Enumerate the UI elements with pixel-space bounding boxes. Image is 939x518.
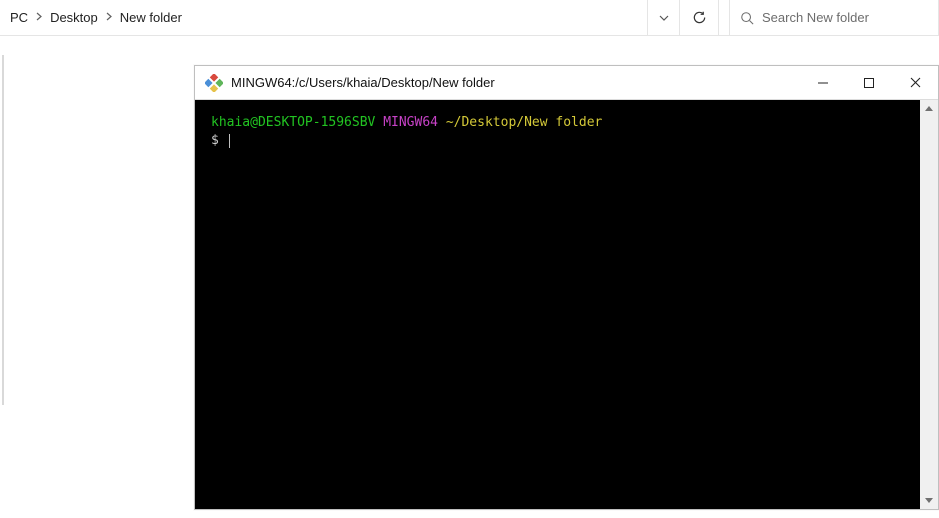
terminal-titlebar[interactable]: MINGW64:/c/Users/khaia/Desktop/New folde… xyxy=(195,66,938,100)
maximize-icon xyxy=(864,78,874,88)
breadcrumb-item[interactable]: New folder xyxy=(114,0,188,35)
terminal-title: MINGW64:/c/Users/khaia/Desktop/New folde… xyxy=(231,75,800,90)
maximize-button[interactable] xyxy=(846,66,892,99)
address-dropdown-button[interactable] xyxy=(647,0,679,35)
search-placeholder: Search New folder xyxy=(762,10,869,25)
prompt-user-host: khaia@DESKTOP-1596SBV xyxy=(211,115,375,130)
minimize-button[interactable] xyxy=(800,66,846,99)
search-icon xyxy=(740,11,754,25)
terminal-scrollbar[interactable] xyxy=(920,100,938,509)
mingw-icon xyxy=(205,74,223,92)
search-input[interactable]: Search New folder xyxy=(729,0,939,35)
explorer-address-row: PC Desktop New folder Search New folder xyxy=(0,0,939,36)
prompt-path: ~/Desktop/New folder xyxy=(446,115,603,130)
breadcrumb[interactable]: PC Desktop New folder xyxy=(0,0,647,35)
minimize-icon xyxy=(818,78,828,88)
prompt-env: MINGW64 xyxy=(383,115,438,130)
window-controls xyxy=(800,66,938,99)
terminal-cursor xyxy=(229,134,230,148)
close-button[interactable] xyxy=(892,66,938,99)
pane-divider[interactable] xyxy=(2,55,4,405)
chevron-right-icon xyxy=(34,12,44,24)
close-icon xyxy=(910,77,921,88)
chevron-right-icon xyxy=(104,12,114,24)
refresh-icon xyxy=(692,10,707,25)
terminal-window: MINGW64:/c/Users/khaia/Desktop/New folde… xyxy=(194,65,939,510)
scroll-down-button[interactable] xyxy=(920,492,938,509)
refresh-button[interactable] xyxy=(679,0,719,35)
terminal-input-line[interactable]: $ xyxy=(211,132,904,150)
terminal-prompt-line: khaia@DESKTOP-1596SBV MINGW64 ~/Desktop/… xyxy=(211,114,904,132)
scroll-up-button[interactable] xyxy=(920,100,938,117)
breadcrumb-item[interactable]: PC xyxy=(4,0,34,35)
breadcrumb-item[interactable]: Desktop xyxy=(44,0,104,35)
prompt-symbol: $ xyxy=(211,133,219,148)
terminal-body[interactable]: khaia@DESKTOP-1596SBV MINGW64 ~/Desktop/… xyxy=(195,100,920,509)
